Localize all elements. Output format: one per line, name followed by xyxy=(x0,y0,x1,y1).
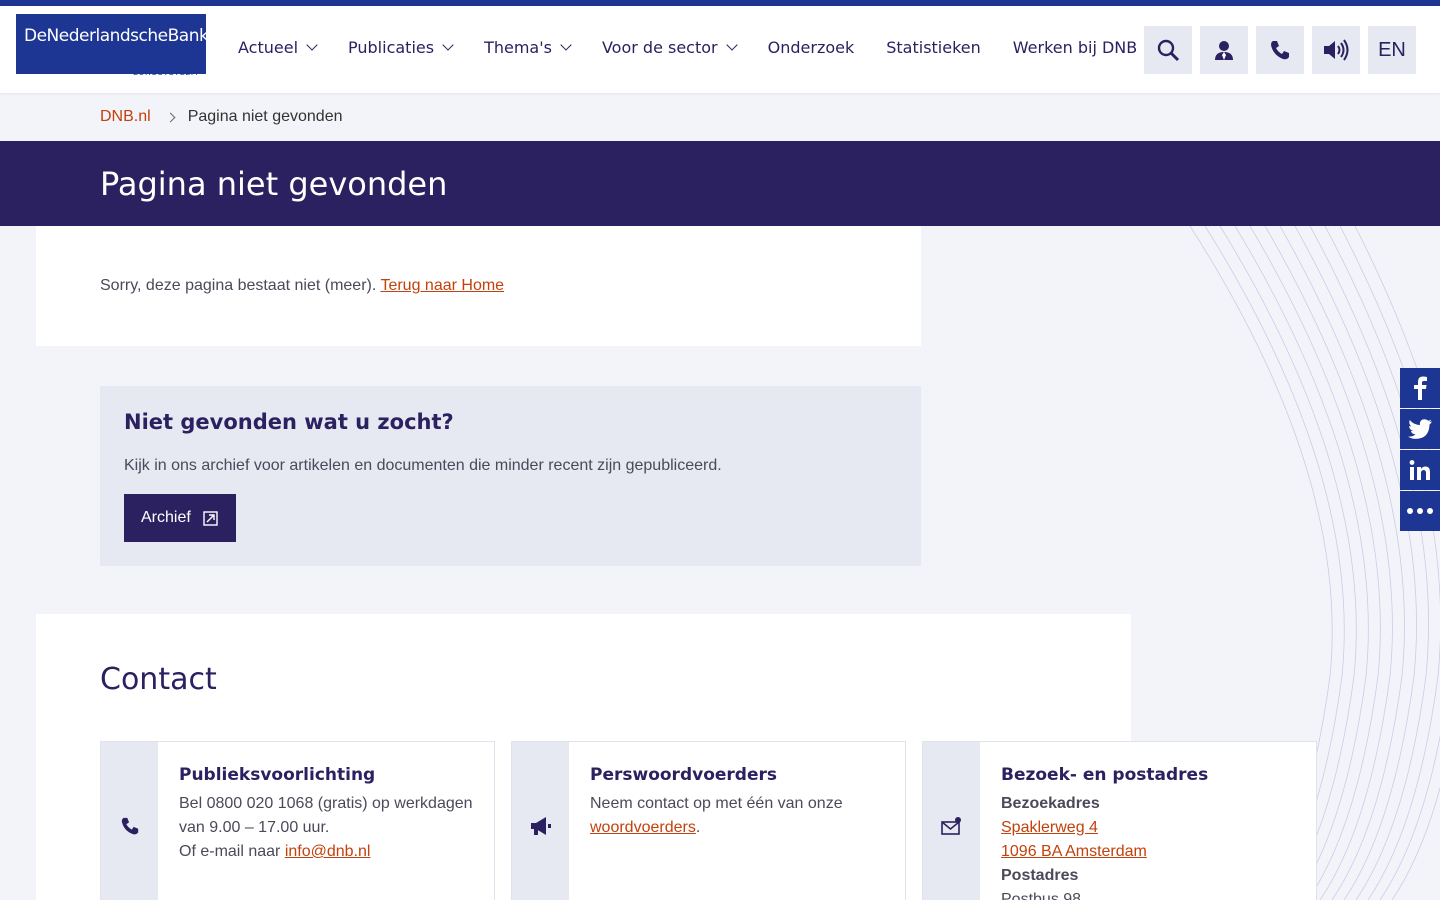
notfound-message: Sorry, deze pagina bestaat niet (meer). … xyxy=(100,277,504,295)
nav-item-themas[interactable]: Thema's xyxy=(484,38,572,57)
archive-text: Kijk in ons archief voor artikelen en do… xyxy=(124,457,722,474)
share-bar xyxy=(1400,368,1440,532)
more-icon xyxy=(1407,508,1433,514)
more-share-button[interactable] xyxy=(1400,491,1440,531)
postbus-text: Postbus 98 xyxy=(1001,891,1082,900)
login-button[interactable] xyxy=(1200,26,1248,74)
notfound-text: Sorry, deze pagina bestaat niet (meer). xyxy=(100,277,381,294)
site-header: DeNederlandscheBank EUROSYSTEEM Actueel … xyxy=(0,6,1440,93)
main-nav: Actueel Publicaties Thema's Voor de sect… xyxy=(238,38,1169,57)
breadcrumb-home-link[interactable]: DNB.nl xyxy=(100,108,151,126)
contact-tile-address: Bezoek- en postadres Bezoekadres Spakler… xyxy=(922,741,1317,900)
contact-tile-public-info: Publieksvoorlichting Bel 0800 020 1068 (… xyxy=(100,741,495,900)
linkedin-icon xyxy=(1409,460,1430,480)
chevron-down-icon xyxy=(560,39,572,51)
notfound-card: Sorry, deze pagina bestaat niet (meer). … xyxy=(36,226,921,346)
back-home-link[interactable]: Terug naar Home xyxy=(380,277,504,294)
phone-button[interactable] xyxy=(1256,26,1304,74)
tile-phone-text: Bel 0800 020 1068 (gratis) op werkdagen … xyxy=(179,795,473,836)
nav-item-statistieken[interactable]: Statistieken xyxy=(886,38,981,57)
facebook-icon xyxy=(1414,376,1427,400)
twitter-share-button[interactable] xyxy=(1400,409,1440,449)
nav-label: Statistieken xyxy=(886,38,981,57)
tile-email-line: Of e-mail naar info@dnb.nl xyxy=(179,840,478,864)
spokespersons-link[interactable]: woordvoerders xyxy=(590,819,696,836)
tile-body: Bezoekadres Spaklerweg 4 1096 BA Amsterd… xyxy=(1001,792,1300,900)
nav-item-voor-de-sector[interactable]: Voor de sector xyxy=(601,38,738,57)
logo-text: DeNederlandscheBank xyxy=(24,26,209,46)
postal-address-label: Postadres xyxy=(1001,867,1079,884)
archive-button[interactable]: Archief xyxy=(124,494,236,542)
page-title-band: Pagina niet gevonden xyxy=(0,141,1440,226)
megaphone-icon xyxy=(530,817,551,835)
tile-email-prefix: Of e-mail naar xyxy=(179,843,285,860)
nav-label: Actueel xyxy=(238,38,299,57)
nav-label: Thema's xyxy=(484,38,552,57)
breadcrumb-current: Pagina niet gevonden xyxy=(187,108,343,125)
tile-text: Neem contact op met één van onze xyxy=(590,795,843,812)
archive-box: Niet gevonden wat u zocht? Kijk in ons a… xyxy=(100,386,921,566)
twitter-icon xyxy=(1408,419,1432,439)
archive-heading: Niet gevonden wat u zocht? xyxy=(124,410,454,434)
archive-button-label: Archief xyxy=(141,509,191,526)
mail-location-icon xyxy=(940,817,961,835)
search-button[interactable] xyxy=(1144,26,1192,74)
nav-item-actueel[interactable]: Actueel xyxy=(238,38,318,57)
breadcrumb: DNB.nl Pagina niet gevonden xyxy=(0,93,1440,141)
phone-icon xyxy=(1271,41,1289,60)
dnb-logo[interactable]: DeNederlandscheBank xyxy=(16,14,209,74)
speaker-icon xyxy=(1324,39,1349,61)
chevron-down-icon xyxy=(306,39,318,51)
tile-icon-bar xyxy=(101,742,158,900)
nav-item-publicaties[interactable]: Publicaties xyxy=(348,38,454,57)
tile-title: Publieksvoorlichting xyxy=(179,765,376,785)
city-link[interactable]: 1096 BA Amsterdam xyxy=(1001,843,1147,860)
nav-label: Onderzoek xyxy=(767,38,855,57)
email-link[interactable]: info@dnb.nl xyxy=(285,843,371,860)
chevron-right-icon xyxy=(165,112,176,122)
chevron-down-icon xyxy=(725,39,738,51)
nav-label: Voor de sector xyxy=(601,38,718,57)
tile-title: Perswoordvoerders xyxy=(590,765,777,785)
visit-address-label: Bezoekadres xyxy=(1001,795,1100,812)
external-link-icon xyxy=(203,510,218,526)
header-tools: EN xyxy=(1136,26,1416,74)
read-aloud-button[interactable] xyxy=(1312,26,1360,74)
contact-tile-press: Perswoordvoerders Neem contact op met éé… xyxy=(511,741,906,900)
nav-item-onderzoek[interactable]: Onderzoek xyxy=(768,38,855,57)
street-link[interactable]: Spaklerweg 4 xyxy=(1001,819,1098,836)
language-switch[interactable]: EN xyxy=(1368,26,1416,74)
nav-label: Publicaties xyxy=(348,38,435,57)
tile-body: Neem contact op met één van onze woordvo… xyxy=(590,792,889,840)
logo-subtitle: EUROSYSTEEM xyxy=(133,68,199,77)
tile-title: Bezoek- en postadres xyxy=(1001,765,1209,785)
tile-text-end: . xyxy=(695,819,701,836)
user-icon xyxy=(1215,41,1233,60)
page-title: Pagina niet gevonden xyxy=(100,164,448,203)
nav-label: Werken bij DNB xyxy=(1012,38,1138,57)
contact-heading: Contact xyxy=(100,662,217,697)
tile-icon-bar xyxy=(923,742,980,900)
linkedin-share-button[interactable] xyxy=(1400,450,1440,490)
tile-icon-bar xyxy=(512,742,569,900)
nav-item-werken-bij-dnb[interactable]: Werken bij DNB xyxy=(1013,38,1137,57)
facebook-share-button[interactable] xyxy=(1400,368,1440,408)
tile-body: Bel 0800 020 1068 (gratis) op werkdagen … xyxy=(179,792,478,864)
phone-icon xyxy=(121,817,138,835)
chevron-down-icon xyxy=(442,39,454,51)
search-icon xyxy=(1157,39,1180,62)
